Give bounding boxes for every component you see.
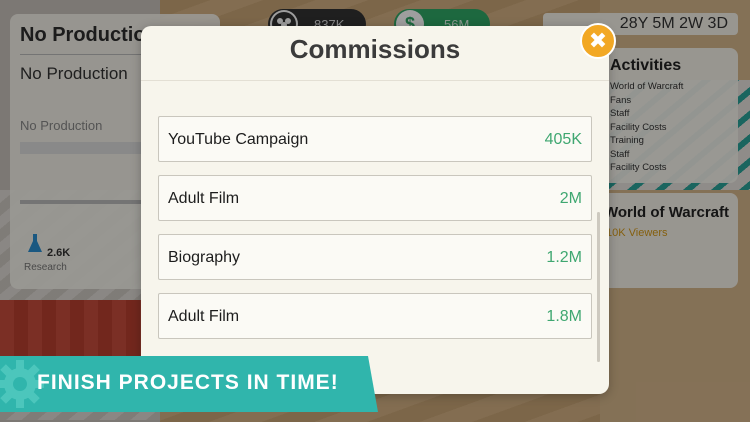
commission-row[interactable]: Adult Film 1.8M bbox=[158, 293, 592, 339]
commission-name: Adult Film bbox=[168, 190, 240, 207]
modal-title: Commissions bbox=[289, 34, 461, 64]
commission-row[interactable]: Biography 1.2M bbox=[158, 234, 592, 280]
commission-row[interactable]: YouTube Campaign 405K bbox=[158, 116, 592, 162]
commission-value: 1.8M bbox=[546, 308, 582, 325]
commission-name: Biography bbox=[168, 249, 241, 266]
divider bbox=[141, 80, 609, 81]
commission-value: 405K bbox=[544, 131, 582, 148]
commission-name: Adult Film bbox=[168, 308, 240, 325]
commissions-modal: Commissions YouTube Campaign 405K Adult … bbox=[141, 26, 609, 394]
scrollbar-thumb[interactable] bbox=[597, 212, 600, 362]
commissions-list: YouTube Campaign 405K Adult Film 2M Biog… bbox=[158, 116, 594, 352]
commission-value: 1.2M bbox=[546, 249, 582, 266]
commission-name: YouTube Campaign bbox=[168, 131, 309, 148]
close-button[interactable]: ✖ bbox=[580, 23, 616, 59]
commission-row[interactable]: Adult Film 2M bbox=[158, 175, 592, 221]
banner-text: FINISH PROJECTS IN TIME! bbox=[37, 371, 339, 394]
commission-value: 2M bbox=[559, 190, 582, 207]
close-x-icon: ✖ bbox=[588, 28, 608, 53]
